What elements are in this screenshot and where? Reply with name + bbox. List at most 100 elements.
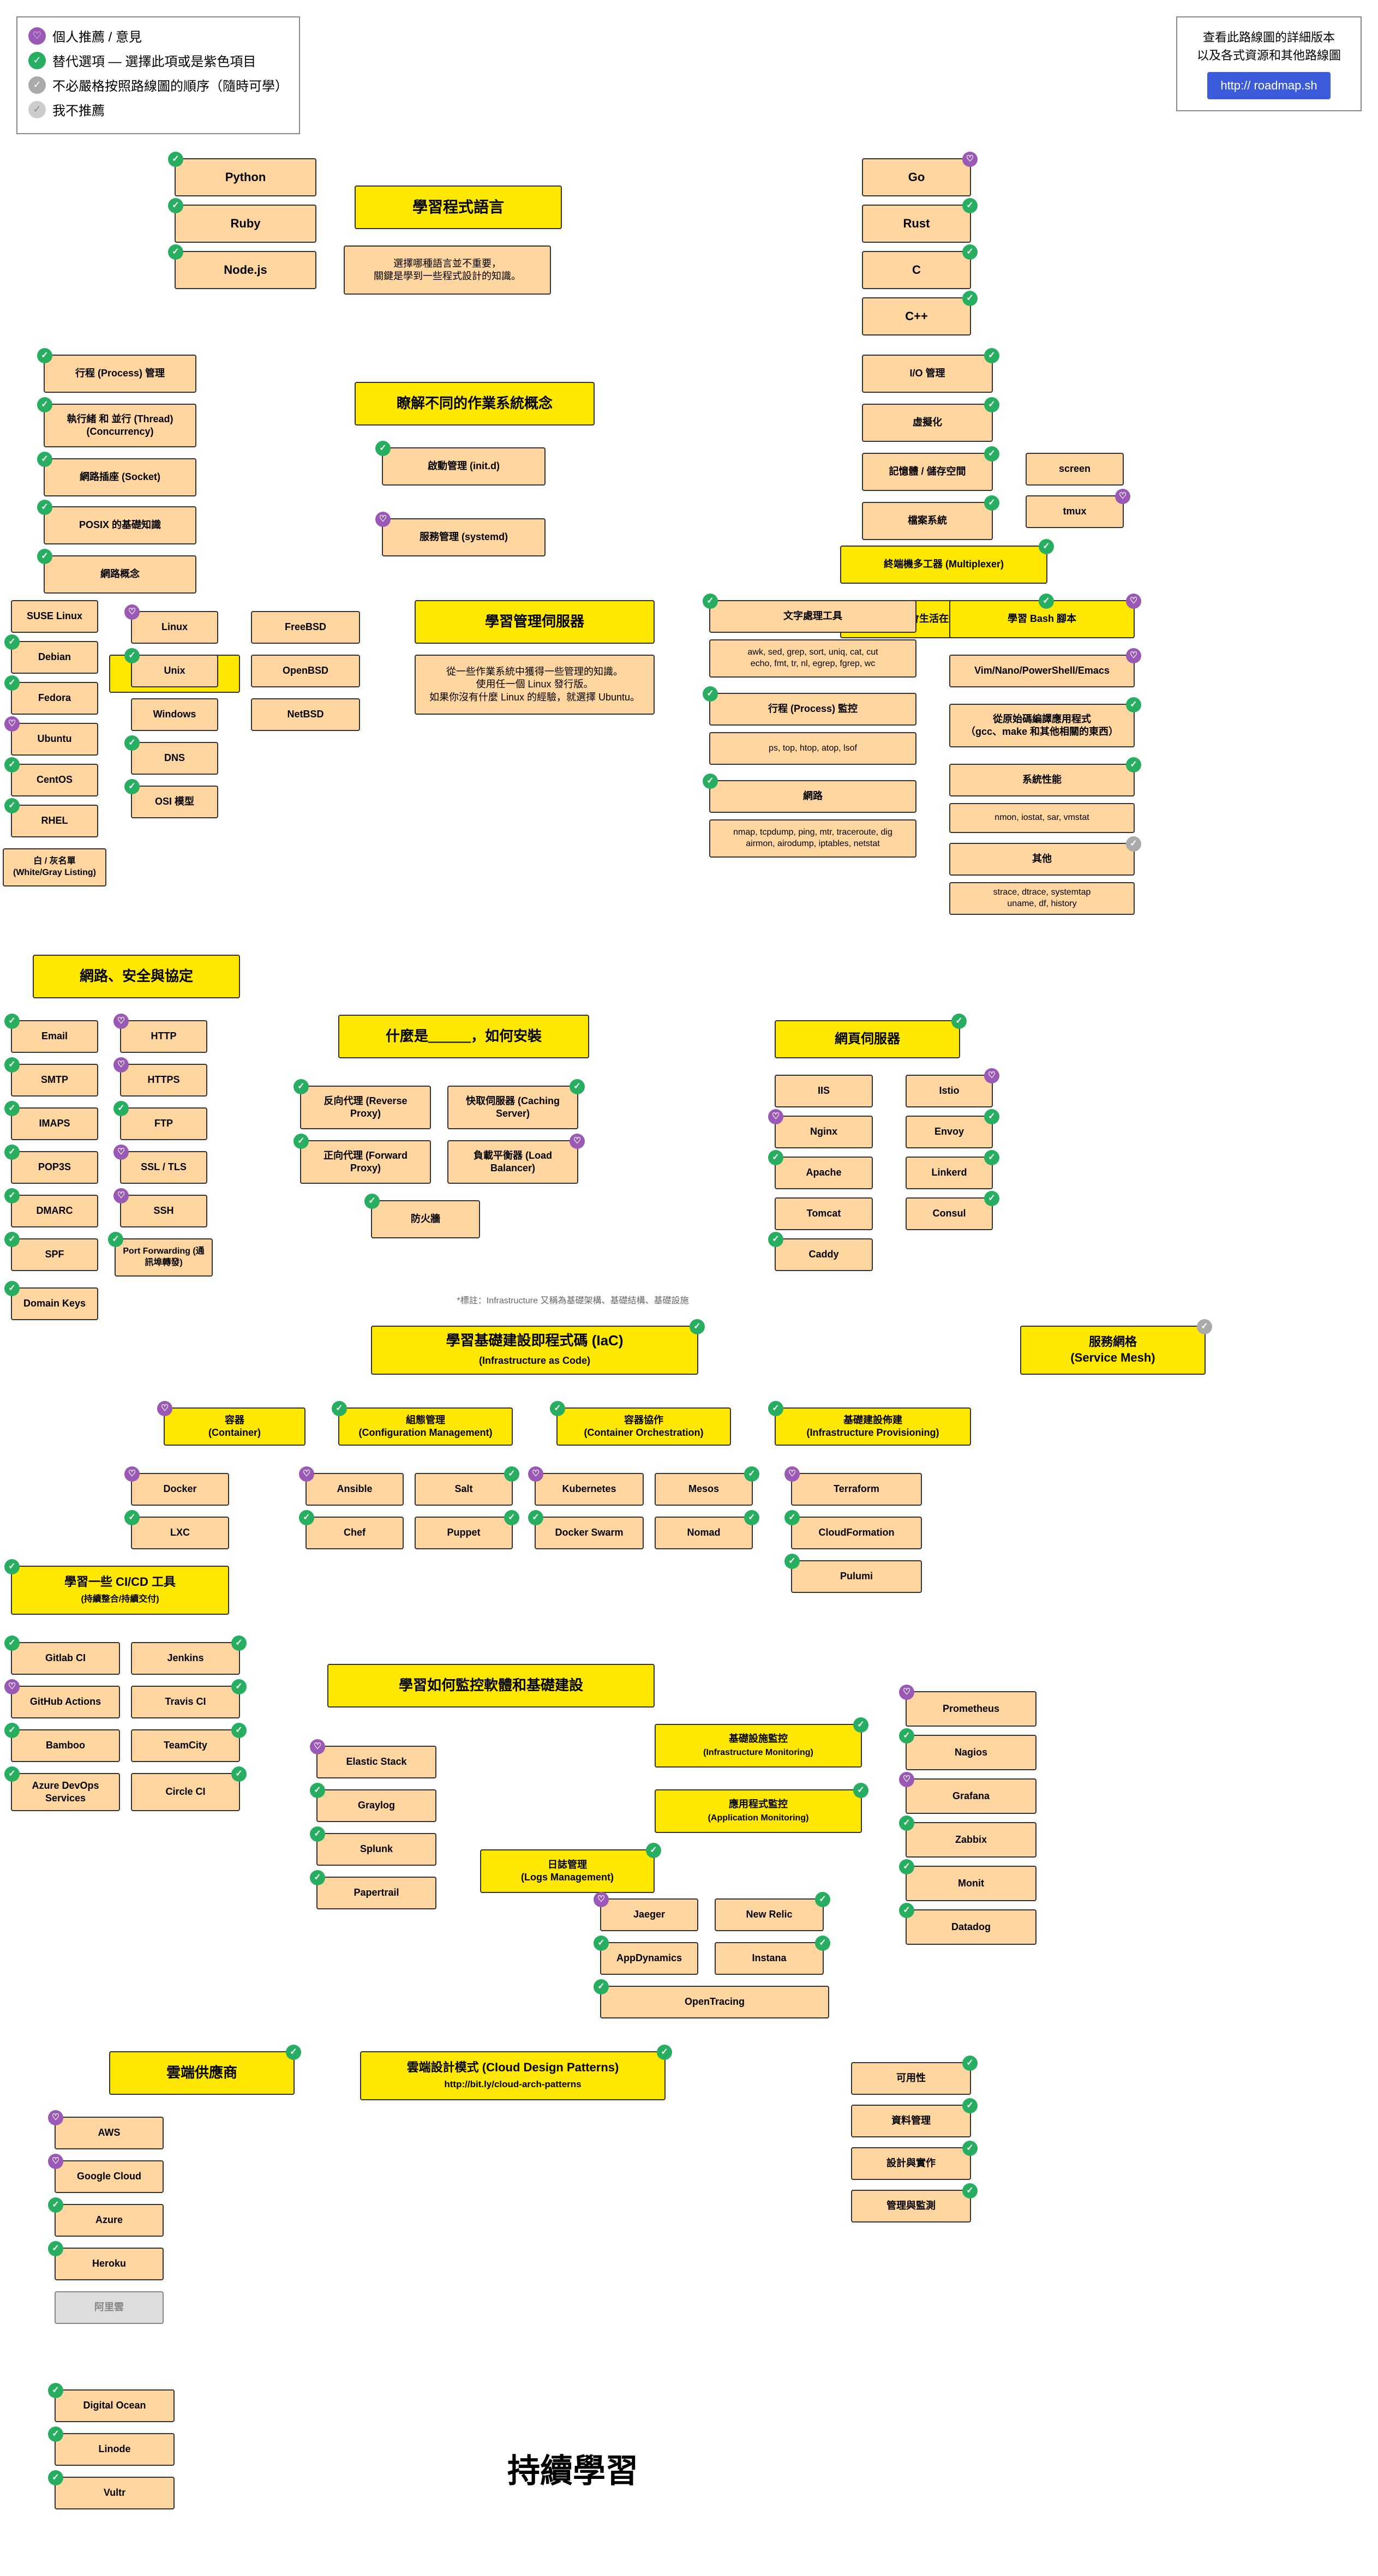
keep-learning-node: 持續學習 xyxy=(436,2444,709,2499)
rust-check: ✓ xyxy=(962,198,978,213)
instana-check: ✓ xyxy=(815,1936,830,1951)
spf-node: ✓ SPF xyxy=(11,1238,98,1271)
iac-text: 學習基礎建設即程式碼 (IaC)(Infrastructure as Code) xyxy=(446,1332,623,1369)
bamboo-check: ✓ xyxy=(4,1723,20,1738)
go-node: ♡ Go xyxy=(862,158,971,196)
splunk-text: Splunk xyxy=(360,1843,393,1855)
fedora-node: ✓ Fedora xyxy=(11,682,98,715)
azure-check: ✓ xyxy=(48,2197,63,2213)
azure-devops-text: Azure DevOps Services xyxy=(19,1780,112,1805)
graylog-node: ✓ Graylog xyxy=(316,1789,436,1822)
forward-proxy-node: ✓ 正向代理 (Forward Proxy) xyxy=(300,1140,431,1184)
learn-bash-text: 學習 Bash 腳本 xyxy=(1008,613,1076,625)
process-monitor-check: ✓ xyxy=(703,686,718,702)
process-monitor-detail-text: ps, top, htop, atop, lsof xyxy=(769,743,857,754)
nginx-check: ♡ xyxy=(768,1109,783,1124)
papertrail-text: Papertrail xyxy=(354,1886,399,1899)
reverse-proxy-text: 反向代理 (Reverse Proxy) xyxy=(308,1095,423,1121)
others-node: ✓ 其他 xyxy=(949,843,1135,876)
circle-ci-text: Circle CI xyxy=(165,1786,205,1798)
sys-perf-text: 系統性能 xyxy=(1022,774,1062,786)
cicd-text: 學習一些 CI/CD 工具(持續整合/持續交付) xyxy=(64,1574,176,1605)
legend-text-personal: 個人推薦 / 意見 xyxy=(52,26,142,45)
osi-check: ✓ xyxy=(124,779,140,794)
consul-check: ✓ xyxy=(984,1191,999,1206)
new-relic-text: New Relic xyxy=(746,1908,792,1921)
nodejs-text: Node.js xyxy=(224,262,267,278)
terminal-multiplexer-node: ✓ 終端機多工器 (Multiplexer) xyxy=(840,546,1047,584)
ruby-node: ✓ Ruby xyxy=(175,205,316,243)
travis-ci-check: ✓ xyxy=(231,1679,247,1694)
zabbix-check: ✓ xyxy=(899,1816,914,1831)
appdynamics-text: AppDynamics xyxy=(616,1952,682,1964)
teamcity-check: ✓ xyxy=(231,1723,247,1738)
mgmt-monitoring-text: 管理與監測 xyxy=(886,2200,936,2212)
gitlab-ci-text: Gitlab CI xyxy=(45,1652,86,1664)
netbsd-text: NetBSD xyxy=(287,708,323,721)
reverse-proxy-node: ✓ 反向代理 (Reverse Proxy) xyxy=(300,1086,431,1129)
posix-check: ✓ xyxy=(37,500,52,515)
grafana-node: ♡ Grafana xyxy=(906,1778,1037,1814)
c-check: ✓ xyxy=(962,244,978,260)
grafana-check: ♡ xyxy=(899,1772,914,1787)
cloudformation-check: ✓ xyxy=(784,1510,800,1525)
network-security-node: 網路、安全與協定 xyxy=(33,955,240,998)
memory-node: ✓ 記憶體 / 儲存空間 xyxy=(862,453,993,491)
web-server-text: 網頁伺服器 xyxy=(835,1031,900,1047)
azure-node: ✓ Azure xyxy=(55,2204,164,2237)
docker-check: ♡ xyxy=(124,1466,140,1482)
legend-icon-gray-check: ✓ xyxy=(28,76,46,94)
c-node: ✓ C xyxy=(862,251,971,289)
puppet-text: Puppet xyxy=(447,1526,481,1539)
compilers-check: ✓ xyxy=(1126,697,1141,712)
papertrail-check: ✓ xyxy=(310,1870,325,1885)
legend-text-alternative: 替代選項 — 選擇此項或是紫色項目 xyxy=(52,51,256,70)
puppet-node: ✓ Puppet xyxy=(415,1517,513,1549)
caddy-text: Caddy xyxy=(808,1248,838,1261)
aws-check: ♡ xyxy=(48,2110,63,2125)
docker-node: ♡ Docker xyxy=(131,1473,229,1506)
monit-node: ✓ Monit xyxy=(906,1866,1037,1901)
chef-check: ✓ xyxy=(299,1510,314,1525)
text-tools-text: 文字處理工具 xyxy=(783,610,842,622)
lang-note-text: 選擇哪種語言並不重要，關鍵是學到一些程式設計的知識。 xyxy=(374,257,521,283)
cloud-design-node: ✓ 雲端設計模式 (Cloud Design Patterns)http://b… xyxy=(360,2051,666,2100)
legend-icon-gray: ✓ xyxy=(28,101,46,118)
appdynamics-node: ✓ AppDynamics xyxy=(600,1942,698,1975)
github-actions-text: GitHub Actions xyxy=(30,1696,101,1708)
design-impl-check: ✓ xyxy=(962,2141,978,2156)
thread-check: ✓ xyxy=(37,397,52,412)
email-text: Email xyxy=(41,1030,68,1043)
osi-text: OSI 模型 xyxy=(155,795,194,808)
instana-node: ✓ Instana xyxy=(715,1942,824,1975)
digital-ocean-check: ✓ xyxy=(48,2383,63,2398)
istio-node: ♡ Istio xyxy=(906,1075,993,1107)
freebsd-node: FreeBSD xyxy=(251,611,360,644)
rhel-check: ✓ xyxy=(4,798,20,813)
https-check: ♡ xyxy=(113,1057,129,1073)
mesos-check: ✓ xyxy=(744,1466,759,1482)
infra-provision-text: 基礎建設佈建(Infrastructure Provisioning) xyxy=(806,1414,939,1440)
network-tools-text: 網路 xyxy=(803,790,823,802)
nodejs-node: ✓ Node.js xyxy=(175,251,316,289)
bamboo-text: Bamboo xyxy=(46,1739,85,1752)
nomad-check: ✓ xyxy=(744,1510,759,1525)
filesystem-check: ✓ xyxy=(984,495,999,511)
chef-text: Chef xyxy=(344,1526,366,1539)
ssl-tls-check: ♡ xyxy=(113,1145,129,1160)
container-orch-node: ✓ 容器協作(Container Orchestration) xyxy=(556,1407,731,1446)
firewall-check: ✓ xyxy=(364,1194,380,1209)
https-text: HTTPS xyxy=(147,1074,179,1086)
url-button[interactable]: http:// roadmap.sh xyxy=(1207,72,1330,99)
app-monitoring-check: ✓ xyxy=(853,1783,868,1798)
docker-text: Docker xyxy=(163,1483,196,1495)
ssh-node: ♡ SSH xyxy=(120,1195,207,1227)
terminal-multiplexer-text: 終端機多工器 (Multiplexer) xyxy=(884,558,1004,571)
prometheus-check: ♡ xyxy=(899,1685,914,1700)
memory-check: ✓ xyxy=(984,446,999,462)
others-check: ✓ xyxy=(1126,836,1141,852)
init-d-check: ✓ xyxy=(375,441,391,456)
elastic-text: Elastic Stack xyxy=(346,1756,406,1768)
cloud-provider-node: ✓ 雲端供應商 xyxy=(109,2051,295,2095)
info-text: 查看此路線圖的詳細版本以及各式資源和其他路線圖 xyxy=(1190,28,1347,64)
